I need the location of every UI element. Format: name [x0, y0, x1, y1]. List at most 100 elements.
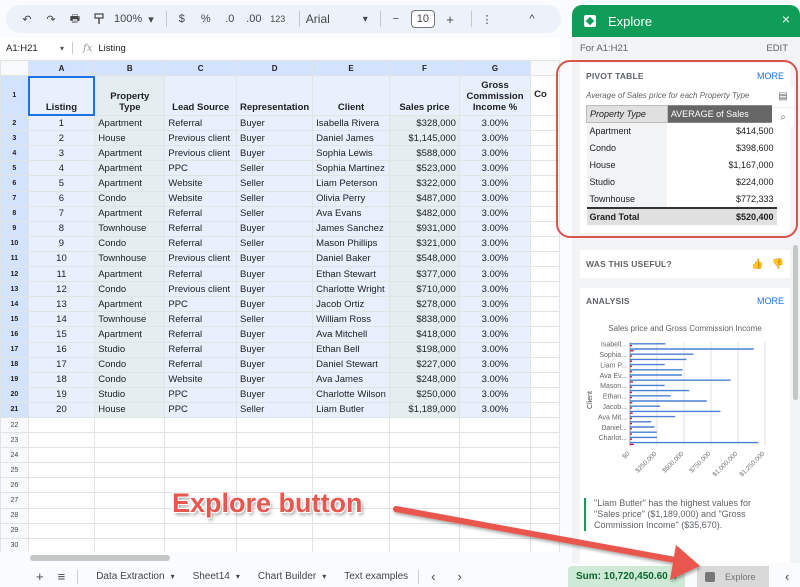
cell[interactable]: Referral — [164, 266, 238, 283]
cell[interactable]: Liam Butler — [312, 401, 390, 418]
cell[interactable]: 3.00% — [458, 341, 532, 358]
cell[interactable]: Apartment — [94, 160, 166, 177]
cell[interactable]: Referral — [164, 220, 238, 237]
cell[interactable]: 4 — [27, 160, 96, 177]
cell[interactable] — [530, 326, 560, 343]
header-cell[interactable]: Lead Source — [164, 75, 238, 117]
column-header[interactable]: G — [458, 60, 532, 77]
cell[interactable] — [458, 462, 532, 479]
cell[interactable]: 3.00% — [458, 130, 532, 147]
collapse-toolbar-button[interactable]: ^ — [523, 8, 541, 30]
cell[interactable] — [164, 432, 238, 449]
row-header[interactable]: 16 — [0, 326, 29, 343]
row-header[interactable]: 1 — [0, 75, 29, 117]
cell[interactable]: 3.00% — [458, 205, 532, 222]
cell[interactable] — [530, 492, 560, 509]
cell[interactable]: $1,189,000 — [388, 401, 460, 418]
row-header[interactable]: 23 — [0, 432, 29, 449]
row-header[interactable]: 10 — [0, 235, 29, 252]
cell[interactable]: Apartment — [94, 115, 166, 132]
add-sheet-button[interactable]: + — [36, 569, 44, 584]
column-header[interactable]: A — [27, 60, 96, 77]
row-header[interactable]: 27 — [0, 492, 29, 509]
explore-scrollbar[interactable] — [793, 245, 798, 400]
cell[interactable] — [530, 447, 560, 464]
cell[interactable] — [312, 522, 390, 539]
chevron-down-icon[interactable]: ▾ — [236, 572, 240, 581]
cell[interactable]: $588,000 — [388, 145, 460, 162]
cell[interactable]: Daniel Baker — [312, 250, 390, 268]
row-header[interactable]: 4 — [0, 145, 29, 162]
cell[interactable]: Ethan Stewart — [312, 266, 390, 283]
row-header[interactable]: 20 — [0, 386, 29, 403]
cell[interactable] — [94, 522, 166, 539]
column-header[interactable]: D — [236, 60, 314, 77]
cell[interactable]: $198,000 — [388, 341, 460, 358]
cell[interactable]: Referral — [164, 326, 238, 343]
cell[interactable] — [27, 447, 96, 464]
cell[interactable] — [312, 416, 390, 434]
percent-format-button[interactable]: % — [197, 8, 215, 30]
cell[interactable]: $487,000 — [388, 190, 460, 207]
cell[interactable] — [236, 477, 314, 494]
cell[interactable]: 3.00% — [458, 190, 532, 207]
zoom-in-icon[interactable]: ⌕ — [772, 107, 794, 127]
cell[interactable]: Sophia Martinez — [312, 160, 390, 177]
row-header[interactable]: 19 — [0, 371, 29, 388]
column-header[interactable]: E — [312, 60, 390, 77]
cell[interactable] — [530, 296, 560, 313]
cell[interactable]: 3.00% — [458, 386, 532, 403]
cell[interactable]: Buyer — [236, 371, 314, 388]
header-cell[interactable]: Sales price — [388, 75, 460, 117]
scroll-tabs-left-button[interactable]: ‹ — [431, 569, 435, 584]
font-size-input[interactable]: 10 — [410, 10, 436, 28]
row-header[interactable]: 22 — [0, 416, 29, 434]
sheet-tab[interactable]: Chart Builder ▾ — [258, 571, 326, 582]
cell[interactable] — [530, 522, 560, 539]
cell[interactable]: Apartment — [94, 145, 166, 162]
cell[interactable]: Buyer — [236, 220, 314, 237]
header-cell[interactable]: Co — [530, 75, 560, 117]
analysis-more-button[interactable]: MORE — [757, 296, 784, 306]
cell[interactable] — [458, 492, 532, 509]
cell[interactable]: PPC — [164, 160, 238, 177]
row-header[interactable]: 21 — [0, 401, 29, 418]
cell[interactable]: Condo — [94, 190, 166, 207]
cell[interactable]: Seller — [236, 160, 314, 177]
cell[interactable]: Seller — [236, 311, 314, 328]
cell[interactable]: Studio — [94, 386, 166, 403]
row-header[interactable]: 9 — [0, 220, 29, 237]
cell[interactable]: Previous client — [164, 130, 238, 147]
cell[interactable] — [94, 507, 166, 524]
row-header[interactable]: 13 — [0, 281, 29, 298]
cell[interactable]: Daniel James — [312, 130, 390, 147]
cell[interactable]: $931,000 — [388, 220, 460, 237]
header-cell[interactable]: Representation — [236, 75, 314, 117]
edit-range-button[interactable]: EDIT — [766, 43, 788, 54]
cell[interactable] — [388, 537, 460, 552]
cell[interactable]: Previous client — [164, 281, 238, 298]
select-all-corner[interactable] — [0, 60, 29, 77]
cell[interactable]: $418,000 — [388, 326, 460, 343]
cell[interactable]: Website — [164, 175, 238, 192]
cell[interactable]: 3.00% — [458, 401, 532, 418]
cell[interactable] — [27, 507, 96, 524]
cell[interactable] — [458, 477, 532, 494]
cell[interactable] — [312, 432, 390, 449]
cell[interactable]: Referral — [164, 356, 238, 373]
cell[interactable] — [312, 537, 390, 552]
cell[interactable]: Daniel Stewart — [312, 356, 390, 373]
cell[interactable]: 10 — [27, 250, 96, 268]
cell[interactable]: 12 — [27, 281, 96, 298]
increase-decimal-button[interactable]: .00 — [245, 8, 263, 30]
cell[interactable]: Website — [164, 371, 238, 388]
cell[interactable] — [27, 477, 96, 494]
cell[interactable]: 9 — [27, 235, 96, 252]
cell[interactable] — [530, 416, 560, 434]
undo-button[interactable]: ↶ — [18, 8, 36, 30]
row-header[interactable]: 7 — [0, 190, 29, 207]
cell[interactable] — [530, 507, 560, 524]
cell[interactable] — [164, 416, 238, 434]
cell[interactable]: House — [94, 401, 166, 418]
cell[interactable]: Ethan Bell — [312, 341, 390, 358]
